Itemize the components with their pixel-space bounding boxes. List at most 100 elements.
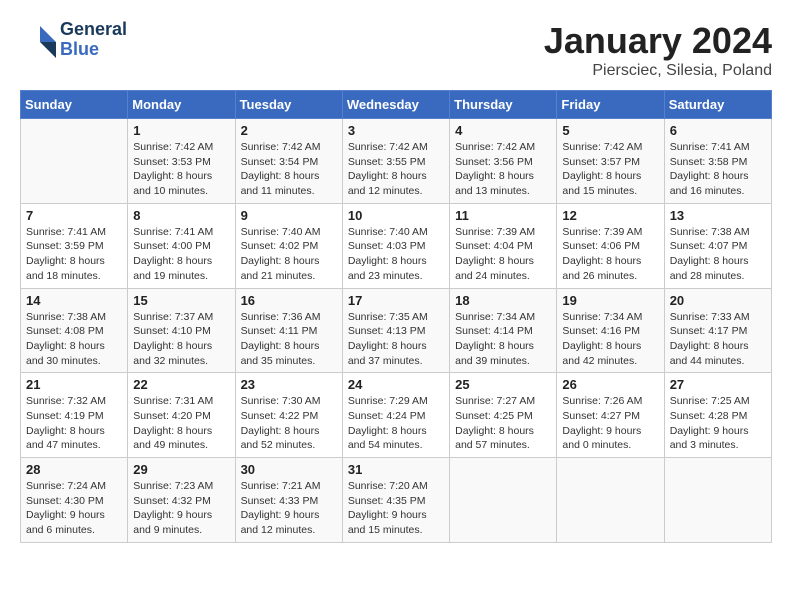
day-number: 23 xyxy=(241,377,337,392)
day-info: Sunrise: 7:21 AMSunset: 4:33 PMDaylight:… xyxy=(241,479,337,538)
day-header-tuesday: Tuesday xyxy=(235,91,342,119)
day-header-friday: Friday xyxy=(557,91,664,119)
day-number: 2 xyxy=(241,123,337,138)
day-number: 8 xyxy=(133,208,229,223)
day-info: Sunrise: 7:41 AMSunset: 3:58 PMDaylight:… xyxy=(670,140,766,199)
day-number: 30 xyxy=(241,462,337,477)
logo-text: General Blue xyxy=(60,20,127,60)
day-info: Sunrise: 7:37 AMSunset: 4:10 PMDaylight:… xyxy=(133,310,229,369)
day-info: Sunrise: 7:41 AMSunset: 4:00 PMDaylight:… xyxy=(133,225,229,284)
calendar-cell: 1Sunrise: 7:42 AMSunset: 3:53 PMDaylight… xyxy=(128,119,235,204)
calendar-week-row: 14 Sunrise: 7:38 AMSunset: 4:08 PMDayligh… xyxy=(21,288,772,373)
day-info: Sunrise: 7:24 AMSunset: 4:30 PMDaylight:… xyxy=(26,479,122,538)
day-number: 3 xyxy=(348,123,444,138)
day-info: Sunrise: 7:38 AMSunset: 4:08 PMDaylight:… xyxy=(26,310,122,369)
calendar-cell: 9Sunrise: 7:40 AMSunset: 4:02 PMDaylight… xyxy=(235,203,342,288)
calendar-cell: 25 Sunrise: 7:27 AMSunset: 4:25 PMDayligh… xyxy=(450,373,557,458)
logo: General Blue xyxy=(20,20,127,60)
calendar-cell: 13Sunrise: 7:38 AMSunset: 4:07 PMDayligh… xyxy=(664,203,771,288)
day-info: Sunrise: 7:26 AMSunset: 4:27 PMDaylight:… xyxy=(562,394,658,453)
day-info: Sunrise: 7:23 AMSunset: 4:32 PMDaylight:… xyxy=(133,479,229,538)
day-info: Sunrise: 7:40 AMSunset: 4:02 PMDaylight:… xyxy=(241,225,337,284)
calendar-cell: 21 Sunrise: 7:32 AMSunset: 4:19 PMDayligh… xyxy=(21,373,128,458)
calendar-cell: 19 Sunrise: 7:34 AMSunset: 4:16 PMDayligh… xyxy=(557,288,664,373)
day-number: 12 xyxy=(562,208,658,223)
day-number: 20 xyxy=(670,293,766,308)
day-number: 13 xyxy=(670,208,766,223)
day-info: Sunrise: 7:42 AMSunset: 3:54 PMDaylight:… xyxy=(241,140,337,199)
calendar-cell: 30 Sunrise: 7:21 AMSunset: 4:33 PMDayligh… xyxy=(235,458,342,543)
day-info: Sunrise: 7:25 AMSunset: 4:28 PMDaylight:… xyxy=(670,394,766,453)
calendar-cell: 29 Sunrise: 7:23 AMSunset: 4:32 PMDayligh… xyxy=(128,458,235,543)
day-info: Sunrise: 7:34 AMSunset: 4:14 PMDaylight:… xyxy=(455,310,551,369)
calendar-cell: 20 Sunrise: 7:33 AMSunset: 4:17 PMDayligh… xyxy=(664,288,771,373)
calendar-cell: 15 Sunrise: 7:37 AMSunset: 4:10 PMDayligh… xyxy=(128,288,235,373)
day-number: 19 xyxy=(562,293,658,308)
day-info: Sunrise: 7:31 AMSunset: 4:20 PMDaylight:… xyxy=(133,394,229,453)
calendar-cell xyxy=(450,458,557,543)
day-number: 15 xyxy=(133,293,229,308)
calendar-cell: 22 Sunrise: 7:31 AMSunset: 4:20 PMDayligh… xyxy=(128,373,235,458)
page-header: General Blue January 2024 Piersciec, Sil… xyxy=(20,20,772,80)
calendar-cell: 4Sunrise: 7:42 AMSunset: 3:56 PMDaylight… xyxy=(450,119,557,204)
calendar-cell: 3 Sunrise: 7:42 AMSunset: 3:55 PMDaylight… xyxy=(342,119,449,204)
calendar-week-row: 7 Sunrise: 7:41 AMSunset: 3:59 PMDaylight… xyxy=(21,203,772,288)
calendar-cell: 14 Sunrise: 7:38 AMSunset: 4:08 PMDayligh… xyxy=(21,288,128,373)
day-info: Sunrise: 7:32 AMSunset: 4:19 PMDaylight:… xyxy=(26,394,122,453)
day-info: Sunrise: 7:29 AMSunset: 4:24 PMDaylight:… xyxy=(348,394,444,453)
calendar-cell: 18Sunrise: 7:34 AMSunset: 4:14 PMDayligh… xyxy=(450,288,557,373)
day-info: Sunrise: 7:39 AMSunset: 4:04 PMDaylight:… xyxy=(455,225,551,284)
day-number: 11 xyxy=(455,208,551,223)
day-header-saturday: Saturday xyxy=(664,91,771,119)
day-info: Sunrise: 7:41 AMSunset: 3:59 PMDaylight:… xyxy=(26,225,122,284)
day-number: 4 xyxy=(455,123,551,138)
calendar-cell: 17 Sunrise: 7:35 AMSunset: 4:13 PMDayligh… xyxy=(342,288,449,373)
day-number: 25 xyxy=(455,377,551,392)
day-header-sunday: Sunday xyxy=(21,91,128,119)
calendar-cell: 8 Sunrise: 7:41 AMSunset: 4:00 PMDaylight… xyxy=(128,203,235,288)
day-info: Sunrise: 7:36 AMSunset: 4:11 PMDaylight:… xyxy=(241,310,337,369)
day-number: 29 xyxy=(133,462,229,477)
day-info: Sunrise: 7:40 AMSunset: 4:03 PMDaylight:… xyxy=(348,225,444,284)
calendar-cell xyxy=(664,458,771,543)
calendar-cell: 12Sunrise: 7:39 AMSunset: 4:06 PMDayligh… xyxy=(557,203,664,288)
calendar-cell: 2 Sunrise: 7:42 AMSunset: 3:54 PMDaylight… xyxy=(235,119,342,204)
day-number: 7 xyxy=(26,208,122,223)
logo-icon xyxy=(20,22,56,58)
calendar-cell: 5 Sunrise: 7:42 AMSunset: 3:57 PMDaylight… xyxy=(557,119,664,204)
day-number: 26 xyxy=(562,377,658,392)
day-number: 6 xyxy=(670,123,766,138)
calendar-cell: 23Sunrise: 7:30 AMSunset: 4:22 PMDayligh… xyxy=(235,373,342,458)
day-number: 5 xyxy=(562,123,658,138)
calendar-cell: 6 Sunrise: 7:41 AMSunset: 3:58 PMDaylight… xyxy=(664,119,771,204)
logo-line1: General xyxy=(60,20,127,40)
logo-line2: Blue xyxy=(60,40,127,60)
calendar-week-row: 21 Sunrise: 7:32 AMSunset: 4:19 PMDayligh… xyxy=(21,373,772,458)
calendar-cell xyxy=(557,458,664,543)
day-number: 22 xyxy=(133,377,229,392)
calendar-cell: 26 Sunrise: 7:26 AMSunset: 4:27 PMDayligh… xyxy=(557,373,664,458)
day-info: Sunrise: 7:27 AMSunset: 4:25 PMDaylight:… xyxy=(455,394,551,453)
day-number: 14 xyxy=(26,293,122,308)
day-number: 10 xyxy=(348,208,444,223)
day-info: Sunrise: 7:34 AMSunset: 4:16 PMDaylight:… xyxy=(562,310,658,369)
calendar-cell: 7 Sunrise: 7:41 AMSunset: 3:59 PMDaylight… xyxy=(21,203,128,288)
calendar-cell: 24 Sunrise: 7:29 AMSunset: 4:24 PMDayligh… xyxy=(342,373,449,458)
calendar-header-row: SundayMondayTuesdayWednesdayThursdayFrid… xyxy=(21,91,772,119)
calendar-week-row: 28 Sunrise: 7:24 AMSunset: 4:30 PMDayligh… xyxy=(21,458,772,543)
day-info: Sunrise: 7:20 AMSunset: 4:35 PMDaylight:… xyxy=(348,479,444,538)
calendar-table: SundayMondayTuesdayWednesdayThursdayFrid… xyxy=(20,90,772,543)
month-title: January 2024 xyxy=(544,20,772,62)
day-number: 17 xyxy=(348,293,444,308)
location: Piersciec, Silesia, Poland xyxy=(544,62,772,80)
day-info: Sunrise: 7:42 AMSunset: 3:57 PMDaylight:… xyxy=(562,140,658,199)
day-info: Sunrise: 7:42 AMSunset: 3:55 PMDaylight:… xyxy=(348,140,444,199)
day-info: Sunrise: 7:33 AMSunset: 4:17 PMDaylight:… xyxy=(670,310,766,369)
day-number: 21 xyxy=(26,377,122,392)
day-header-monday: Monday xyxy=(128,91,235,119)
day-number: 28 xyxy=(26,462,122,477)
day-info: Sunrise: 7:35 AMSunset: 4:13 PMDaylight:… xyxy=(348,310,444,369)
calendar-cell: 28 Sunrise: 7:24 AMSunset: 4:30 PMDayligh… xyxy=(21,458,128,543)
day-number: 24 xyxy=(348,377,444,392)
calendar-week-row: 1Sunrise: 7:42 AMSunset: 3:53 PMDaylight… xyxy=(21,119,772,204)
